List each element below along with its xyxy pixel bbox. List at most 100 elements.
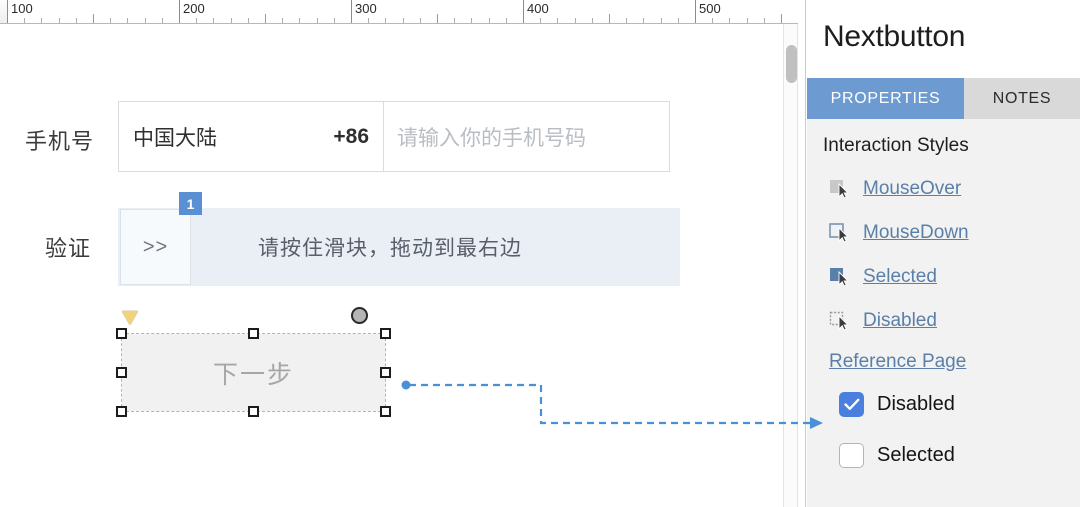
horizontal-ruler: 100 200 300 400 500 — [0, 0, 806, 24]
ruler-minor-tick — [643, 18, 644, 23]
ruler-minor-tick — [729, 18, 730, 23]
disabled-checkbox[interactable] — [839, 392, 864, 417]
ruler-minor-tick — [213, 18, 214, 23]
tab-notes[interactable]: NOTES — [964, 78, 1080, 119]
ruler-minor-tick — [764, 18, 765, 23]
resize-handle-w[interactable] — [116, 367, 127, 378]
ruler-label: 500 — [699, 1, 721, 16]
ruler-minor-tick — [557, 18, 558, 23]
ruler-minor-tick — [282, 18, 283, 23]
tab-properties[interactable]: PROPERTIES — [807, 78, 964, 119]
resize-handle-ne[interactable] — [380, 328, 391, 339]
properties-panel: Nextbutton PROPERTIES NOTES Interaction … — [807, 0, 1080, 507]
resize-handle-sw[interactable] — [116, 406, 127, 417]
ruler-minor-tick — [506, 18, 507, 23]
ruler-major-tick — [351, 0, 352, 23]
ruler-minor-tick — [540, 18, 541, 23]
slider-handle[interactable]: >> — [120, 209, 191, 285]
ruler-minor-tick — [110, 18, 111, 23]
captcha-field-label: 验证 — [45, 237, 92, 262]
phone-number-placeholder: 请输入你的手机号码 — [397, 125, 586, 150]
design-canvas[interactable]: 100 200 300 400 500 手机号 中国大陆 +86 请输入你的手机号码 验… — [0, 0, 806, 507]
mouseover-style-icon — [829, 178, 853, 200]
resize-handle-e[interactable] — [380, 367, 391, 378]
ruler-major-tick — [179, 0, 180, 23]
ruler-minor-tick — [93, 14, 94, 23]
ruler-minor-tick — [76, 18, 77, 23]
ruler-minor-tick — [592, 18, 593, 23]
circle-marker-icon — [351, 307, 368, 324]
ruler-minor-tick — [299, 18, 300, 23]
checkbox-row-selected[interactable]: Selected — [823, 430, 1080, 481]
mousedown-style-icon — [829, 222, 853, 244]
phone-field-label: 手机号 — [25, 130, 95, 155]
ruler-minor-tick — [471, 18, 472, 23]
ruler-minor-tick — [248, 18, 249, 23]
triangle-marker-icon — [122, 311, 138, 325]
interaction-style-selected[interactable]: Selected — [823, 255, 1080, 299]
selected-checkbox[interactable] — [839, 443, 864, 468]
ruler-label: 200 — [183, 1, 205, 16]
ruler-minor-tick — [609, 14, 610, 23]
panel-title-bar: Nextbutton — [807, 0, 1080, 78]
ruler-minor-tick — [145, 18, 146, 23]
next-button-widget[interactable]: 下一步 — [122, 334, 385, 411]
selected-style-icon — [829, 266, 853, 288]
interaction-styles-title: Interaction Styles — [823, 135, 969, 156]
ruler-minor-tick — [661, 18, 662, 23]
ruler-major-tick — [695, 0, 696, 23]
canvas-vertical-scrollbar[interactable] — [783, 24, 798, 507]
ruler-minor-tick — [712, 18, 713, 23]
slider-hint-text: 请按住滑块，拖动到最右边 — [258, 236, 522, 260]
canvas-right-edge — [798, 0, 806, 507]
interaction-style-mousedown[interactable]: MouseDown — [823, 211, 1080, 255]
checkbox-row-disabled[interactable]: Disabled — [823, 379, 1080, 430]
ruler-major-tick — [7, 0, 8, 23]
ruler-minor-tick — [368, 18, 369, 23]
ruler-minor-tick — [317, 18, 318, 23]
ruler-minor-tick — [747, 18, 748, 23]
ruler-label: 100 — [11, 1, 33, 16]
interaction-style-label[interactable]: MouseOver — [863, 178, 961, 200]
ruler-minor-tick — [162, 18, 163, 23]
ruler-minor-tick — [626, 18, 627, 23]
interaction-style-label[interactable]: Disabled — [863, 310, 937, 332]
interaction-style-label[interactable]: Selected — [863, 266, 937, 288]
phone-number-input[interactable]: 请输入你的手机号码 — [384, 102, 669, 171]
ruler-minor-tick — [334, 18, 335, 23]
interaction-style-label[interactable]: MouseDown — [863, 222, 969, 244]
axure-editor-window: 100 200 300 400 500 手机号 中国大陆 +86 请输入你的手机号码 验… — [0, 0, 1080, 507]
ruler-minor-tick — [24, 18, 25, 23]
ruler-label: 300 — [355, 1, 377, 16]
phone-number-field[interactable]: 中国大陆 +86 请输入你的手机号码 — [118, 101, 670, 172]
check-icon — [843, 398, 859, 410]
ruler-minor-tick — [385, 18, 386, 23]
ruler-minor-tick — [678, 18, 679, 23]
disabled-style-icon — [829, 310, 853, 332]
panel-tab-bar: PROPERTIES NOTES — [807, 78, 1080, 119]
interaction-style-disabled[interactable]: Disabled — [823, 299, 1080, 343]
ruler-gutter — [0, 0, 7, 23]
resize-handle-se[interactable] — [380, 406, 391, 417]
resize-handle-s[interactable] — [248, 406, 259, 417]
panel-body: Interaction Styles MouseOver MouseDown S… — [807, 119, 1080, 507]
reference-page-link[interactable]: Reference Page — [829, 351, 966, 373]
resize-handle-nw[interactable] — [116, 328, 127, 339]
ruler-minor-tick — [454, 18, 455, 23]
ruler-minor-tick — [781, 14, 782, 23]
country-selector[interactable]: 中国大陆 +86 — [119, 102, 384, 171]
disabled-checkbox-label: Disabled — [877, 393, 955, 415]
country-name: 中国大陆 — [133, 125, 217, 150]
ruler-minor-tick — [420, 18, 421, 23]
ruler-minor-tick — [196, 18, 197, 23]
canvas-scroll-thumb[interactable] — [786, 45, 797, 83]
interaction-style-mouseover[interactable]: MouseOver — [823, 167, 1080, 211]
slider-captcha[interactable]: >> 请按住滑块，拖动到最右边 — [118, 208, 680, 286]
page-title: Nextbutton — [823, 20, 966, 53]
resize-handle-n[interactable] — [248, 328, 259, 339]
ruler-label: 400 — [527, 1, 549, 16]
selected-checkbox-label: Selected — [877, 444, 955, 466]
ruler-minor-tick — [41, 18, 42, 23]
ruler-minor-tick — [575, 18, 576, 23]
ruler-minor-tick — [231, 18, 232, 23]
